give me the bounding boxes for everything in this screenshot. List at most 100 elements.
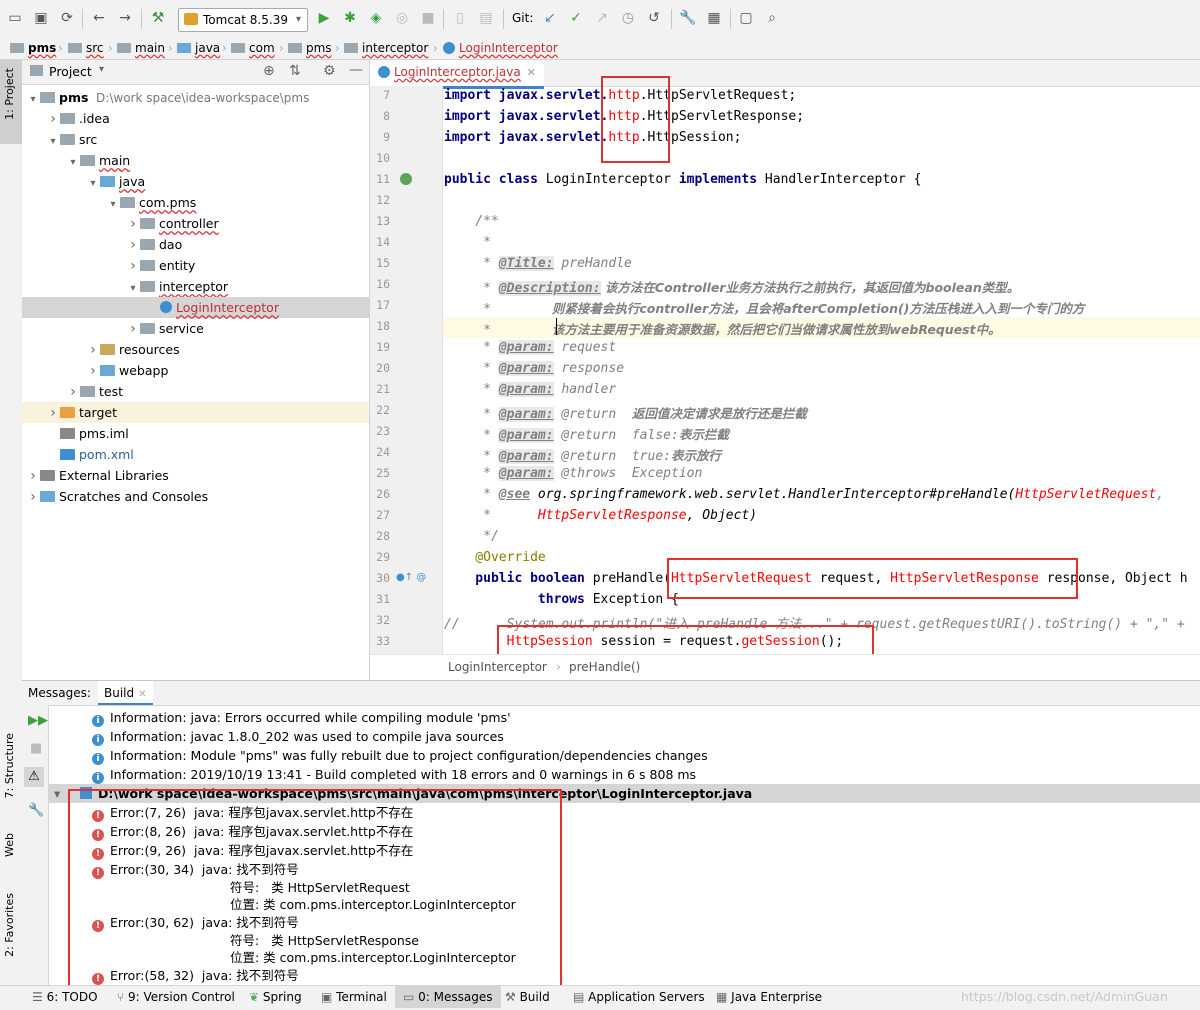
tree-item-test[interactable]: › test [22,381,369,402]
search-icon[interactable]: ⌕ [763,9,781,27]
chevron-down-icon[interactable]: ▾ [54,784,60,803]
message-info-row[interactable]: i Information: javac 1.8.0_202 was used t… [48,727,1200,746]
tree-item-webapp[interactable]: › webapp [22,360,369,381]
deploy-icon[interactable]: ▤ [477,9,495,27]
tree-item-pms-iml[interactable]: pms.iml [22,423,369,444]
coverage-icon[interactable]: ◈ [367,9,385,27]
tool-tab-web[interactable]: Web [3,833,16,857]
locate-target-icon[interactable]: ⊕ [263,63,275,79]
chevron-right-icon[interactable]: › [86,361,100,382]
tool-button-java-enterprise[interactable]: ▦ Java Enterprise [716,986,822,1008]
run-icon[interactable]: ▶ [315,9,333,27]
tree-item--idea[interactable]: › .idea [22,108,369,129]
run-configuration-select[interactable]: Tomcat 8.5.39 ▾ [178,8,308,32]
profile-icon[interactable]: ◎ [393,9,411,27]
breadcrumb-item[interactable]: pms [10,40,56,56]
message-info-row[interactable]: i Information: java: Errors occurred whil… [48,708,1200,727]
breadcrumb-item[interactable]: pms [288,40,332,56]
breadcrumb-item[interactable]: com [231,40,275,56]
chevron-down-icon[interactable]: ▾ [99,64,104,75]
minimize-icon[interactable]: — [349,62,363,78]
rerun-icon[interactable]: ▶▶ [28,713,48,728]
tree-item-entity[interactable]: › entity [22,255,369,276]
tree-item-com-pms[interactable]: ▾ com.pms [22,192,369,213]
chevron-down-icon[interactable]: ▾ [66,152,80,173]
tree-item-src[interactable]: ▾ src [22,129,369,150]
breadcrumb-item[interactable]: main [117,40,165,56]
wrench-icon[interactable]: 🔧 [28,803,44,818]
tool-button-terminal[interactable]: ▣ Terminal [321,986,387,1008]
chevron-right-icon[interactable]: › [126,214,140,235]
tree-item-pms[interactable]: ▾ pms D:\work space\idea-workspace\pms [22,87,369,108]
tree-item-scratches-and-consoles[interactable]: › Scratches and Consoles [22,486,369,507]
tool-button-version-control[interactable]: ⑂ 9: Version Control [117,986,235,1008]
chevron-down-icon[interactable]: ▾ [126,278,140,299]
chevron-down-icon[interactable]: ▾ [86,173,100,194]
close-icon[interactable]: ✕ [527,66,536,79]
chevron-down-icon[interactable]: ▾ [106,194,120,215]
override-marker-icon[interactable]: ●↑ @ [396,572,426,583]
chevron-right-icon[interactable]: › [66,382,80,403]
chevron-down-icon[interactable]: ▾ [46,131,60,152]
open-folder-icon[interactable]: ▭ [6,9,24,27]
collapse-all-icon[interactable]: ⇅ [289,63,301,79]
chevron-right-icon[interactable]: › [46,109,60,130]
tree-item-logininterceptor[interactable]: LoginInterceptor [22,297,369,318]
chevron-right-icon[interactable]: › [46,403,60,424]
tree-item-dao[interactable]: › dao [22,234,369,255]
tool-tab-favorites[interactable]: 2: Favorites [3,893,16,957]
tree-item-main[interactable]: ▾ main [22,150,369,171]
tree-item-resources[interactable]: › resources [22,339,369,360]
chevron-right-icon[interactable]: › [86,340,100,361]
chevron-down-icon[interactable]: ▾ [26,89,40,110]
chevron-right-icon[interactable]: › [126,256,140,277]
back-icon[interactable]: ← [90,9,108,27]
tool-tab-project[interactable]: 1: Project [3,68,16,120]
gear-icon[interactable]: ⚙ [323,63,336,79]
chevron-right-icon[interactable]: › [26,466,40,487]
stop-icon[interactable]: ■ [419,9,437,27]
tree-item-pom-xml[interactable]: pom.xml [22,444,369,465]
forward-icon[interactable]: → [116,9,134,27]
tree-item-target[interactable]: › target [22,402,369,423]
tool-button-build[interactable]: ⚒ Build [505,986,550,1008]
tool-button-todo[interactable]: ☰ 6: TODO [32,986,98,1008]
warning-filter-icon[interactable]: ⚠ [24,767,44,787]
editor-crumb-method[interactable]: preHandle() [569,655,640,679]
editor-crumb-class[interactable]: LoginInterceptor [448,655,547,679]
implementation-marker-icon[interactable] [400,173,412,185]
breadcrumb-item[interactable]: LoginInterceptor [443,40,558,56]
tool-tab-structure[interactable]: 7: Structure [3,733,16,798]
message-info-row[interactable]: i Information: Module "pms" was fully reb… [48,746,1200,765]
breadcrumb-item[interactable]: src [68,40,104,56]
tool-button-messages[interactable]: ▭ 0: Messages [395,986,501,1008]
stop-icon[interactable]: ■ [30,741,42,756]
sync-icon[interactable]: ⟳ [58,9,76,27]
tree-item-java[interactable]: ▾ java [22,171,369,192]
breadcrumb-item[interactable]: interceptor [344,40,428,56]
build-hammer-icon[interactable]: ⚒ [149,9,167,27]
breadcrumb-item[interactable]: java [177,40,220,56]
project-structure-icon[interactable]: ▦ [705,9,723,27]
tree-item-interceptor[interactable]: ▾ interceptor [22,276,369,297]
chevron-right-icon[interactable]: › [126,235,140,256]
close-icon[interactable]: ✕ [138,689,146,700]
build-tab[interactable]: Build ✕ [98,681,153,705]
editor-tab-logininterceptor[interactable]: LoginInterceptor.java ✕ [370,60,544,89]
attach-icon[interactable]: ▯ [451,9,469,27]
git-push-icon[interactable]: ↗ [593,9,611,27]
history-icon[interactable]: ◷ [619,9,637,27]
tree-item-controller[interactable]: › controller [22,213,369,234]
rollback-icon[interactable]: ↺ [645,9,663,27]
settings-wrench-icon[interactable]: 🔧 [679,9,697,27]
git-update-icon[interactable]: ↙ [541,9,559,27]
save-icon[interactable]: ▣ [32,9,50,27]
terminal-icon[interactable]: ▢ [737,9,755,27]
tool-button-application-servers[interactable]: ▤ Application Servers [573,986,705,1008]
chevron-right-icon[interactable]: › [126,319,140,340]
tree-item-service[interactable]: › service [22,318,369,339]
message-info-row[interactable]: i Information: 2019/10/19 13:41 - Build c… [48,765,1200,784]
chevron-right-icon[interactable]: › [26,487,40,508]
debug-icon[interactable]: ✱ [341,9,359,27]
tree-item-external-libraries[interactable]: › External Libraries [22,465,369,486]
